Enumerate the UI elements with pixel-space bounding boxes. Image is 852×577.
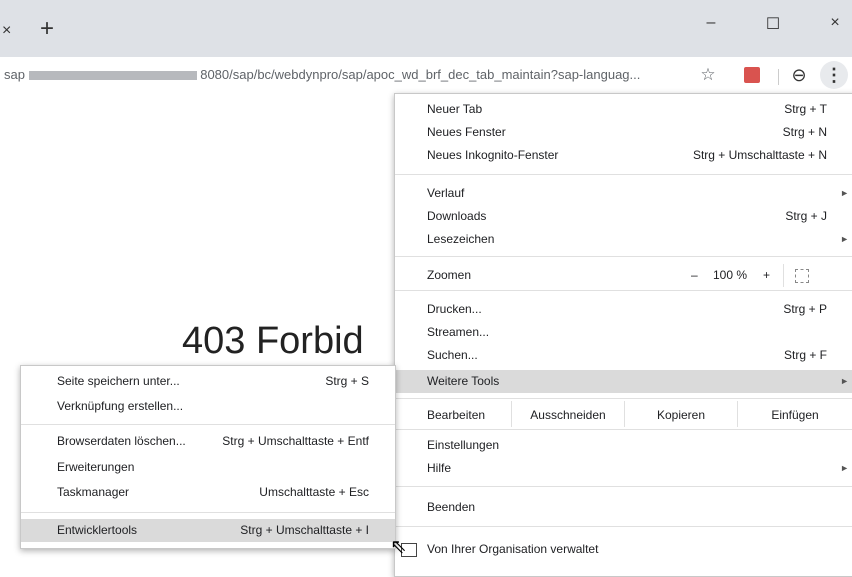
window-close-icon[interactable]: ×: [820, 14, 850, 32]
submenu-item-label: Entwicklertools: [57, 523, 138, 537]
menu-item-managed[interactable]: Von Ihrer Organisation verwaltet: [395, 538, 852, 561]
submenu-item-extensions[interactable]: Erweiterungen: [21, 456, 395, 479]
menu-item-settings[interactable]: Einstellungen: [395, 434, 852, 457]
menu-item-label: Streamen...: [427, 325, 490, 339]
bookmark-star-icon[interactable]: ☆: [696, 63, 720, 87]
paste-button[interactable]: Einfügen: [739, 401, 851, 427]
submenu-arrow-icon: ►: [840, 188, 849, 198]
menu-item-incognito[interactable]: Neues Inkognito-Fenster Strg + Umschaltt…: [395, 144, 852, 167]
mouse-cursor-icon: ⇖: [390, 536, 407, 558]
toolbar-divider: [778, 69, 779, 85]
menu-item-shortcut: Strg + T: [784, 102, 827, 116]
menu-item-print[interactable]: Drucken... Strg + P: [395, 298, 852, 321]
menu-item-shortcut: Strg + Umschalttaste + N: [692, 148, 827, 162]
copy-button[interactable]: Kopieren: [625, 401, 738, 427]
submenu-item-create-shortcut[interactable]: Verknüpfung erstellen...: [21, 395, 395, 418]
menu-item-shortcut: Strg + F: [783, 348, 827, 362]
menu-item-exit[interactable]: Beenden: [395, 496, 852, 519]
page-error-text: 403 Forbid: [182, 320, 364, 362]
fullscreen-icon[interactable]: [795, 269, 809, 283]
menu-item-label: Downloads: [427, 209, 487, 223]
submenu-item-label: Seite speichern unter...: [57, 374, 180, 388]
menu-item-label: Von Ihrer Organisation verwaltet: [427, 542, 599, 556]
submenu-divider: [21, 512, 395, 513]
menu-divider: [395, 486, 852, 487]
browser-toolbar: sap 8080/sap/bc/webdynpro/sap/apoc_wd_br…: [0, 57, 852, 93]
menu-kebab-icon[interactable]: ⋮: [820, 61, 848, 89]
menu-item-label: Lesezeichen: [427, 232, 495, 246]
menu-edit-row: Bearbeiten Ausschneiden Kopieren Einfüge…: [395, 401, 852, 429]
menu-item-help[interactable]: Hilfe ►: [395, 457, 852, 480]
submenu-item-shortcut: Strg + Umschalttaste + Entf: [222, 434, 369, 448]
submenu-item-shortcut: Strg + Umschalttaste + I: [240, 523, 369, 537]
submenu-arrow-icon: ►: [840, 234, 849, 244]
submenu-item-label: Browserdaten löschen...: [57, 434, 186, 448]
redacted-host: [28, 71, 197, 81]
menu-item-label: Hilfe: [427, 461, 452, 475]
tab-close-icon[interactable]: ×: [2, 22, 11, 40]
menu-item-zoom: Zoomen – 100 % +: [395, 264, 852, 287]
menu-item-bookmarks[interactable]: Lesezeichen ►: [395, 228, 852, 251]
submenu-divider: [21, 424, 395, 425]
new-tab-button[interactable]: +: [40, 17, 54, 41]
menu-item-downloads[interactable]: Downloads Strg + J: [395, 205, 852, 228]
menu-item-label: Neues Inkognito-Fenster: [427, 148, 559, 162]
menu-item-label: Einstellungen: [427, 438, 500, 452]
minimize-icon[interactable]: –: [696, 14, 726, 32]
submenu-item-label: Verknüpfung erstellen...: [57, 399, 184, 413]
menu-item-shortcut: Strg + J: [785, 209, 827, 223]
submenu-item-shortcut: Umschalttaste + Esc: [259, 485, 369, 499]
browser-main-menu: Neuer Tab Strg + T Neues Fenster Strg + …: [394, 93, 852, 577]
menu-item-label: Weitere Tools: [427, 374, 500, 388]
menu-item-history[interactable]: Verlauf ►: [395, 182, 852, 205]
url-prefix: sap: [4, 67, 25, 82]
menu-item-label: Suchen...: [427, 348, 478, 362]
submenu-item-label: Erweiterungen: [57, 460, 135, 474]
submenu-arrow-icon: ►: [840, 463, 849, 473]
menu-item-label: Beenden: [427, 500, 476, 514]
menu-item-label: Neuer Tab: [427, 102, 483, 116]
menu-divider: [395, 398, 852, 399]
more-tools-submenu: Seite speichern unter... Strg + S Verknü…: [20, 365, 396, 549]
zoom-level: 100 %: [713, 268, 748, 282]
menu-item-label: Zoomen: [427, 268, 472, 282]
menu-item-shortcut: Strg + N: [782, 125, 827, 139]
tab-strip: × + – ☐ ×: [0, 0, 852, 57]
menu-item-find[interactable]: Suchen... Strg + F: [395, 344, 852, 367]
menu-item-shortcut: Strg + P: [783, 302, 827, 316]
submenu-item-task-manager[interactable]: Taskmanager Umschalttaste + Esc: [21, 481, 395, 504]
menu-item-label: Verlauf: [427, 186, 465, 200]
submenu-item-shortcut: Strg + S: [325, 374, 369, 388]
menu-divider: [395, 429, 852, 430]
menu-divider: [395, 256, 852, 257]
submenu-arrow-icon: ►: [840, 376, 849, 386]
menu-divider: [395, 290, 852, 291]
zoom-out-button[interactable]: –: [691, 264, 698, 287]
pdf-extension-icon[interactable]: [744, 67, 760, 83]
menu-item-new-tab[interactable]: Neuer Tab Strg + T: [395, 98, 852, 121]
submenu-item-devtools[interactable]: Entwicklertools Strg + Umschalttaste + I: [21, 519, 395, 542]
url-suffix: 8080/sap/bc/webdynpro/sap/apoc_wd_brf_de…: [200, 67, 641, 82]
submenu-item-save-page[interactable]: Seite speichern unter... Strg + S: [21, 370, 395, 393]
menu-item-label: Neues Fenster: [427, 125, 506, 139]
menu-divider: [395, 174, 852, 175]
zoom-divider: [783, 264, 784, 287]
menu-divider: [395, 526, 852, 527]
menu-item-cast[interactable]: Streamen...: [395, 321, 852, 344]
cut-button[interactable]: Ausschneiden: [511, 401, 625, 427]
profile-icon[interactable]: ⊖: [787, 63, 811, 87]
submenu-item-label: Taskmanager: [57, 485, 130, 499]
submenu-item-clear-data[interactable]: Browserdaten löschen... Strg + Umschaltt…: [21, 430, 395, 453]
address-bar[interactable]: sap 8080/sap/bc/webdynpro/sap/apoc_wd_br…: [4, 67, 640, 82]
menu-item-new-window[interactable]: Neues Fenster Strg + N: [395, 121, 852, 144]
menu-item-more-tools[interactable]: Weitere Tools ►: [395, 370, 852, 393]
maximize-icon[interactable]: ☐: [758, 14, 788, 34]
zoom-in-button[interactable]: +: [763, 264, 770, 287]
edit-label: Bearbeiten: [427, 408, 486, 422]
menu-item-label: Drucken...: [427, 302, 482, 316]
